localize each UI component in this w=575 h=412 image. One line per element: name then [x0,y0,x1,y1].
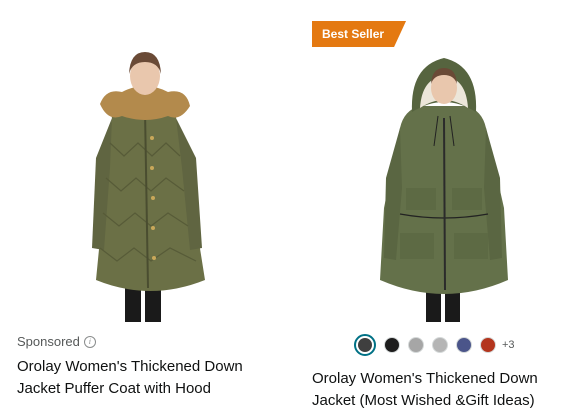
product-image-right[interactable] [300,18,575,326]
info-icon[interactable]: i [83,335,96,348]
best-seller-badge: Best Seller [312,21,406,47]
sponsored-label[interactable]: Sponsored i [17,334,96,349]
product-card-right[interactable]: Best Seller +3 Orolay Women's Thickened … [300,0,575,409]
color-swatches: +3 [354,334,515,356]
swatch-2[interactable] [408,337,424,353]
swatch-1[interactable] [384,337,400,353]
swatch-5[interactable] [480,337,496,353]
product-card-left[interactable]: Sponsored i Orolay Women's Thickened Dow… [0,0,290,406]
product-title-right[interactable]: Orolay Women's Thickened Down Jacket (Mo… [312,368,572,412]
swatch-0[interactable] [354,334,376,356]
product-image-left[interactable] [0,18,290,326]
sponsored-text: Sponsored [17,334,80,349]
swatch-4[interactable] [456,337,472,353]
swatch-3[interactable] [432,337,448,353]
more-colors-link[interactable]: +3 [502,339,515,351]
product-title-left[interactable]: Orolay Women's Thickened Down Jacket Puf… [17,356,277,400]
